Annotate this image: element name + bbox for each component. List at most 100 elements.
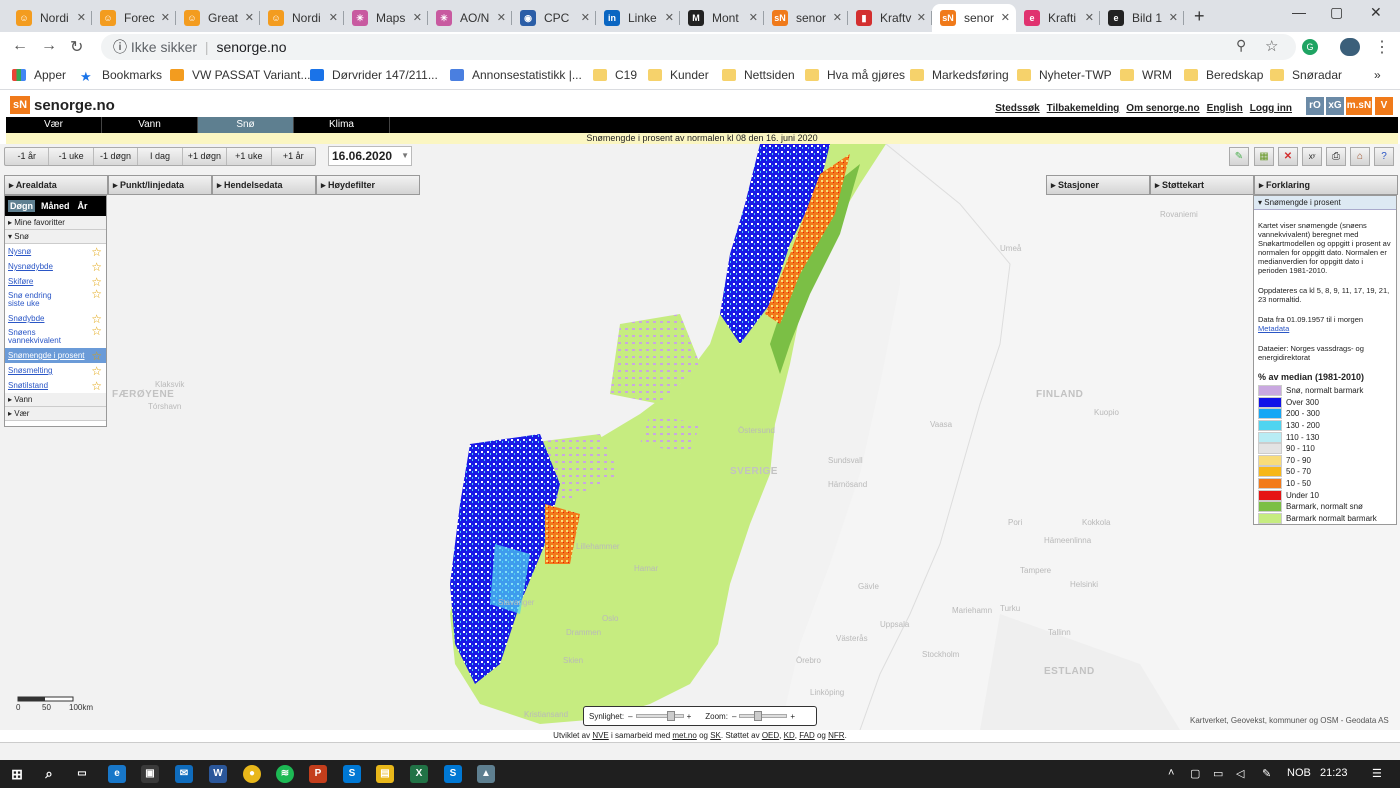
main-nav-item[interactable]: Klima [294,117,390,133]
date-step-button[interactable]: -1 år [5,148,50,165]
browser-tab[interactable]: sN senor ✕ [764,4,848,32]
clear-icon[interactable]: ✕ [1278,147,1298,166]
bookmark-item[interactable]: Kunder [648,68,709,82]
snow-section[interactable]: ▾ Snø [5,230,106,244]
main-nav-item[interactable]: Vann [102,117,198,133]
date-step-button[interactable]: +1 døgn [183,148,228,165]
favorite-star-icon[interactable]: ☆ [91,325,102,337]
brand-box[interactable]: xG [1326,97,1344,115]
date-input[interactable]: 16.06.2020 ▼ [328,146,412,166]
browser-tab[interactable]: ☺ Nordi ✕ [8,4,92,32]
bookmark-item[interactable]: Snøradar [1270,68,1342,82]
browser-tab[interactable]: ☺ Nordi ✕ [260,4,344,32]
browser-tab[interactable]: ✳ AO/N ✕ [428,4,512,32]
bookmark-item[interactable]: Dørvrider 147/211... [310,68,438,82]
bookmark-item[interactable]: ★ Bookmarks [80,68,162,84]
close-icon[interactable]: ✕ [1085,11,1094,24]
search-icon[interactable]: ⌕ [40,765,58,783]
new-tab-icon[interactable]: + [1194,6,1205,27]
oed-link[interactable]: OED [762,731,779,740]
language-indicator[interactable]: NOB [1287,767,1311,779]
chrome-icon[interactable]: ● [243,765,261,783]
browser-tab[interactable]: sN senor ✕ [932,4,1016,32]
right-tab[interactable]: ▸ Støttekart [1150,175,1254,195]
close-icon[interactable]: ✕ [77,11,86,24]
nve-link[interactable]: NVE [592,731,608,740]
close-icon[interactable]: ✕ [749,11,758,24]
bookmark-item[interactable]: Hva må gjøres [805,68,905,82]
left-tab[interactable]: ▸ Hendelsedata [212,175,316,195]
maximize-icon[interactable]: ▢ [1330,4,1343,21]
bookmark-item[interactable]: Nettsiden [722,68,795,82]
favorite-star-icon[interactable]: ☆ [91,379,102,394]
bookmark-item[interactable]: Nyheter-TWP [1017,68,1112,82]
mail-icon[interactable]: ✉ [175,765,193,783]
browser-tab[interactable]: M Mont ✕ [680,4,764,32]
home-icon[interactable]: ⌂ [1350,147,1370,166]
plus-icon[interactable]: + [687,712,692,721]
date-step-button[interactable]: +1 uke [227,148,272,165]
weather-section[interactable]: ▸ Vær [5,407,106,421]
windows-start-icon[interactable]: ⊞ [8,765,26,783]
layer-item[interactable]: Snømengde i prosent ☆ [5,348,106,363]
browser-tab[interactable]: ◉ CPC ✕ [512,4,596,32]
browser-tab[interactable]: ✳ Maps ✕ [344,4,428,32]
skype-icon[interactable]: S [343,765,361,783]
browser-tab[interactable]: e Krafti ✕ [1016,4,1100,32]
browser-tab[interactable]: ☺ Forec ✕ [92,4,176,32]
coordinate-icon[interactable]: xʸ [1302,147,1322,166]
forward-icon[interactable]: → [41,37,57,55]
extension-icon[interactable]: G [1302,39,1318,55]
site-logo[interactable]: sN senorge.no [10,96,115,114]
water-section[interactable]: ▸ Vann [5,393,106,407]
close-icon[interactable]: ✕ [497,11,506,24]
chevron-down-icon[interactable]: ▼ [401,147,409,165]
bookmark-item[interactable]: WRM [1120,68,1172,82]
bookmark-item[interactable]: Beredskap [1184,68,1263,82]
date-step-button[interactable]: I dag [138,148,183,165]
bookmark-item[interactable]: Markedsføring [910,68,1009,82]
minimize-icon[interactable]: — [1292,4,1306,20]
main-nav-item[interactable]: Snø [198,117,294,133]
close-icon[interactable]: ✕ [833,11,842,24]
date-step-button[interactable]: -1 uke [49,148,94,165]
close-icon[interactable]: ✕ [329,11,338,24]
layer-item[interactable]: Snøsmelting ☆ [5,363,106,378]
close-icon[interactable]: ✕ [245,11,254,24]
browser-tab[interactable]: e Bild 1 ✕ [1100,4,1184,32]
layer-item[interactable]: Nysnødybde ☆ [5,259,106,274]
close-icon[interactable]: ✕ [1001,11,1010,24]
close-icon[interactable]: ✕ [161,11,170,24]
layer-item[interactable]: Snøens vannekvivalent ☆ [5,325,106,348]
file-explorer-icon[interactable]: ▤ [376,765,394,783]
task-view-icon[interactable]: ▭ [73,765,91,783]
left-tab[interactable]: ▸ Høydefilter [316,175,420,195]
close-window-icon[interactable]: ✕ [1370,4,1382,21]
clock[interactable]: 21:23 [1320,767,1348,779]
close-icon[interactable]: ✕ [1169,11,1178,24]
right-tab[interactable]: ▸ Forklaring [1254,175,1398,195]
close-icon[interactable]: ✕ [665,11,674,24]
favorite-star-icon[interactable]: ☆ [91,349,102,364]
excel-icon[interactable]: X [410,765,428,783]
word-icon[interactable]: W [209,765,227,783]
layers-icon[interactable]: ▦ [1254,147,1274,166]
plus-icon[interactable]: + [790,712,795,721]
close-icon[interactable]: ✕ [581,11,590,24]
skype-business-icon[interactable]: S [444,765,462,783]
sk-link[interactable]: SK [710,731,721,740]
close-icon[interactable]: ✕ [413,11,422,24]
brand-box[interactable]: V [1375,97,1393,115]
print-icon[interactable]: ⎙ [1326,147,1346,166]
pen-icon[interactable]: ✎ [1262,767,1271,780]
period-option[interactable]: Døgn [8,200,35,212]
bookmark-item[interactable]: Annonsestatistikk |... [450,68,582,82]
right-tab[interactable]: ▸ Stasjoner [1046,175,1150,195]
more-bookmarks-icon[interactable]: » [1374,68,1381,82]
period-option[interactable]: Måned [39,200,72,212]
volume-icon[interactable]: ◁ [1236,767,1244,780]
info-icon[interactable]: ⓘ [113,39,127,55]
notification-icon[interactable]: ▢ [1190,767,1200,780]
bookmark-item[interactable]: Apper [12,68,66,82]
favorite-star-icon[interactable]: ☆ [91,245,102,260]
